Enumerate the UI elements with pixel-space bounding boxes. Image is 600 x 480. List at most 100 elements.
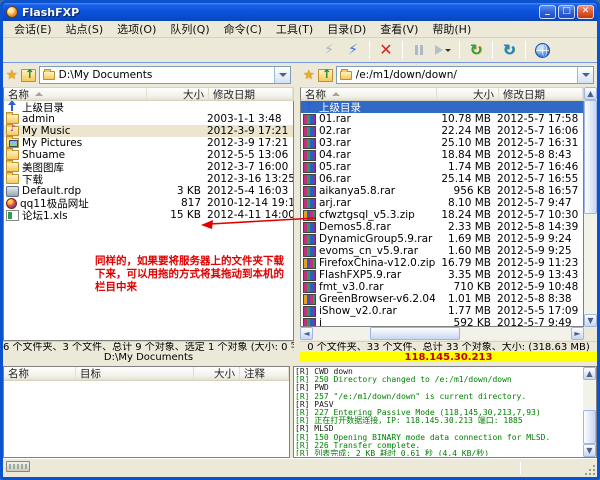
log-panel[interactable]: [R] CWD down [R] 250 Directory changed t… [293,366,597,458]
column-header-size[interactable]: 大小 [147,88,209,100]
queue-column-note[interactable]: 注释 [240,367,289,380]
site-globe-icon[interactable] [531,40,553,61]
file-row[interactable]: evoms_cn_v5.9.rar 1.60 MB 2012-5-9 9:25 [301,245,583,257]
queue-panel[interactable]: 名称 目标 大小 注释 [3,366,290,458]
file-size: 18.84 MB [435,149,497,161]
column-header-name[interactable]: 名称 [4,88,147,100]
file-icon [303,114,316,125]
queue-mini-icon[interactable] [6,461,30,472]
file-row[interactable]: 上级目录 [301,101,583,113]
refresh-icon[interactable]: ↻ [498,40,520,61]
menu-item[interactable]: 会话(E) [7,20,59,38]
file-row[interactable]: aikanya5.8.rar 956 KB 2012-5-8 16:57 [301,185,583,197]
status-bar [3,458,597,477]
resize-grip-icon[interactable] [585,465,595,475]
file-name: 03.rar [319,137,435,149]
scroll-up-icon[interactable]: ▲ [583,367,596,380]
local-file-list[interactable]: 上级目录 admin 2003-1-1 3:48 [3,101,294,341]
file-row[interactable]: 01.rar 10.78 MB 2012-5-7 17:58 [301,113,583,125]
vertical-scrollbar[interactable]: ▲ ▼ [584,87,597,327]
menu-item[interactable]: 命令(C) [217,20,269,38]
menu-item[interactable]: 查看(V) [373,20,425,38]
remote-path-combobox[interactable]: /e:/m1/down/down/ [336,66,594,84]
scroll-left-icon[interactable]: ◄ [300,327,313,340]
file-row[interactable]: FlashFXP5.9.rar 3.35 MB 2012-5-9 13:43 [301,269,583,281]
file-size: 15 KB [145,209,207,221]
queue-column-name[interactable]: 名称 [4,367,76,380]
column-header-name[interactable]: 名称 [301,88,437,100]
menu-bar: 会话(E) 站点(S) 选项(O) 队列(Q) 命令(C) 工具(T) 目录(D… [3,21,597,38]
app-icon [6,6,18,18]
scrollbar-thumb[interactable] [370,327,460,340]
toolbar-separator [369,41,370,59]
file-row[interactable]: 下载 2012-3-16 13:25 [4,173,293,185]
file-size: 22.24 MB [435,125,497,137]
file-row[interactable]: arj.rar 8.10 MB 2012-5-7 9:47 [301,197,583,209]
file-row[interactable]: 上级目录 [4,101,293,113]
file-row[interactable]: admin 2003-1-1 3:48 [4,113,293,125]
scroll-right-icon[interactable]: ► [571,327,584,340]
file-row[interactable]: 02.rar 22.24 MB 2012-5-7 16:06 [301,125,583,137]
log-scrollbar[interactable]: ▲ ▼ [583,367,596,457]
menu-item[interactable]: 工具(T) [269,20,320,38]
combobox-dropdown-button[interactable] [577,67,593,83]
disconnect-bolt-icon[interactable]: ⚡ [318,40,340,61]
file-date: 2003-1-1 3:48 [207,113,291,125]
file-row[interactable]: 05.rar 1.74 MB 2012-5-7 16:46 [301,161,583,173]
connect-bolt-icon[interactable]: ⚡ [342,40,364,61]
remote-file-list[interactable]: 上级目录 01.rar 10.78 MB 2012-5-7 17:58 [300,101,584,327]
log-line: [R] 列表完成: 2 KB 耗时 0.61 秒 (4.4 KB/秒) [295,450,582,456]
column-header-date[interactable]: 修改日期 [209,88,293,100]
horizontal-scrollbar[interactable]: ◄ ► [300,327,584,340]
maximize-button[interactable]: □ [558,5,575,19]
file-size: 25.10 MB [435,137,497,149]
file-row[interactable]: iShow_v2.0.rar 1.77 MB 2012-5-5 17:09 [301,305,583,317]
scrollbar-thumb[interactable] [583,410,596,444]
combobox-dropdown-button[interactable] [274,67,290,83]
file-row[interactable]: fmt_v3.0.rar 710 KB 2012-5-9 10:48 [301,281,583,293]
file-row[interactable]: My Pictures 2012-3-9 17:21 [4,137,293,149]
menu-item[interactable]: 选项(O) [110,20,163,38]
file-row[interactable]: DynamicGroup5.9.rar 1.69 MB 2012-5-9 9:2… [301,233,583,245]
title-bar[interactable]: FlashFXP _ □ ✕ [3,3,597,21]
scrollbar-thumb[interactable] [584,100,597,214]
file-row[interactable]: GreenBrowser-v6.2.0427.zip 1.01 MB 2012-… [301,293,583,305]
file-name: 01.rar [319,113,435,125]
file-icon [303,234,316,245]
queue-column-target[interactable]: 目标 [76,367,194,380]
file-row[interactable]: Demos5.8.rar 2.33 MB 2012-5-8 14:39 [301,221,583,233]
local-path-combobox[interactable]: D:\My Documents [39,66,291,84]
file-row[interactable]: 06.rar 25.14 MB 2012-5-7 16:55 [301,173,583,185]
abort-icon[interactable]: ✕ [375,40,397,61]
favorites-star-icon[interactable]: ★ [6,68,18,83]
file-row[interactable]: 04.rar 18.84 MB 2012-5-8 8:43 [301,149,583,161]
column-header-date[interactable]: 修改日期 [499,88,583,100]
file-row[interactable]: 03.rar 25.10 MB 2012-5-7 16:31 [301,137,583,149]
start-queue-icon[interactable] [432,40,454,61]
scroll-down-icon[interactable]: ▼ [583,444,596,457]
parent-folder-icon[interactable] [318,69,333,82]
favorites-star-icon[interactable]: ★ [303,68,315,83]
queue-column-size[interactable]: 大小 [194,367,240,380]
parent-folder-icon[interactable] [21,69,36,82]
menu-item[interactable]: 站点(S) [59,20,111,38]
file-icon [303,306,316,317]
transfer-swirl-icon[interactable]: ↻ [465,40,487,61]
close-button[interactable]: ✕ [577,5,594,19]
file-icon [303,198,316,209]
minimize-button[interactable]: _ [539,5,556,19]
file-name: admin [22,113,145,125]
menu-item[interactable]: 目录(D) [320,20,373,38]
file-icon [6,174,19,184]
file-row[interactable]: cfwztgsql_v5.3.zip 18.24 MB 2012-5-7 10:… [301,209,583,221]
file-row[interactable]: j 592 KB 2012-5-7 9:49 [301,317,583,327]
scroll-down-icon[interactable]: ▼ [584,314,597,327]
pause-queue-icon[interactable] [408,40,430,61]
scroll-up-icon[interactable]: ▲ [584,87,597,100]
menu-item[interactable]: 队列(Q) [163,20,216,38]
column-header-size[interactable]: 大小 [437,88,499,100]
menu-item[interactable]: 帮助(H) [425,20,478,38]
file-row[interactable]: My Music 2012-3-9 17:21 [4,125,293,137]
file-row[interactable]: FirefoxChina-v12.0.zip 16.79 MB 2012-5-9… [301,257,583,269]
file-row[interactable]: 论坛1.xls 15 KB 2012-4-11 14:00 [4,209,293,221]
